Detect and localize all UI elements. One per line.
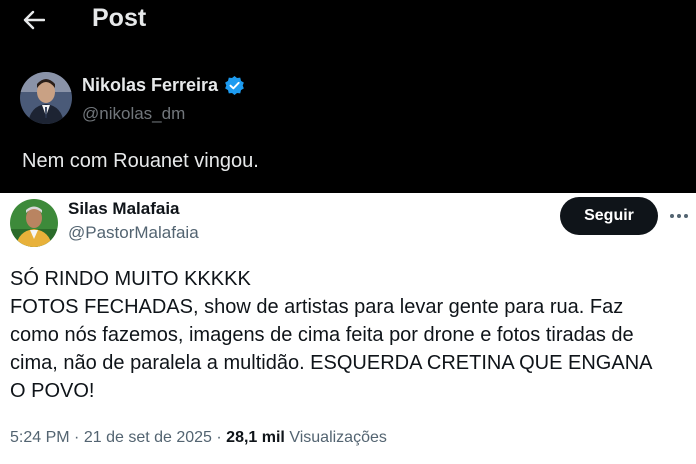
post-metadata: 5:24 PM · 21 de set de 2025 · 28,1 mil V…: [10, 429, 387, 447]
back-button[interactable]: [20, 6, 48, 34]
author-name[interactable]: Nikolas Ferreira: [82, 75, 218, 96]
top-post-panel: Post Nikolas Ferreira @nikolas_dm Nem co…: [0, 0, 696, 193]
quoted-post-panel: Silas Malafaia @PastorMalafaia Seguir SÓ…: [0, 193, 696, 464]
avatar-nikolas[interactable]: [20, 72, 72, 124]
page-title: Post: [92, 4, 147, 32]
meta-separator: ·: [216, 429, 222, 446]
text-line: cima, não de paralela a multidão. ESQUER…: [10, 352, 653, 374]
text-line: FOTOS FECHADAS, show de artistas para le…: [10, 296, 624, 318]
quoted-author-name[interactable]: Silas Malafaia: [68, 199, 180, 219]
more-options-button[interactable]: [668, 205, 690, 227]
text-line: como nós fazemos, imagens de cima feita …: [10, 324, 634, 346]
meta-separator: ·: [74, 429, 80, 446]
views-label[interactable]: Visualizações: [289, 429, 387, 446]
author-row: Nikolas Ferreira: [82, 75, 245, 96]
quoted-author-handle[interactable]: @PastorMalafaia: [68, 223, 199, 243]
more-horizontal-icon: [670, 214, 688, 218]
post-time[interactable]: 5:24 PM: [10, 429, 70, 446]
views-count[interactable]: 28,1 mil: [226, 429, 285, 446]
follow-button[interactable]: Seguir: [560, 197, 658, 235]
text-line: O POVO!: [10, 380, 95, 402]
avatar-silas[interactable]: [10, 199, 58, 247]
author-handle[interactable]: @nikolas_dm: [82, 104, 185, 124]
quoted-post-text: SÓ RINDO MUITO KKKKK FOTOS FECHADAS, sho…: [10, 265, 690, 405]
post-date[interactable]: 21 de set de 2025: [84, 429, 212, 446]
text-line: SÓ RINDO MUITO KKKKK: [10, 268, 251, 290]
post-text: Nem com Rouanet vingou.: [22, 150, 259, 172]
verified-badge-icon: [225, 75, 244, 96]
arrow-left-icon: [23, 10, 45, 30]
